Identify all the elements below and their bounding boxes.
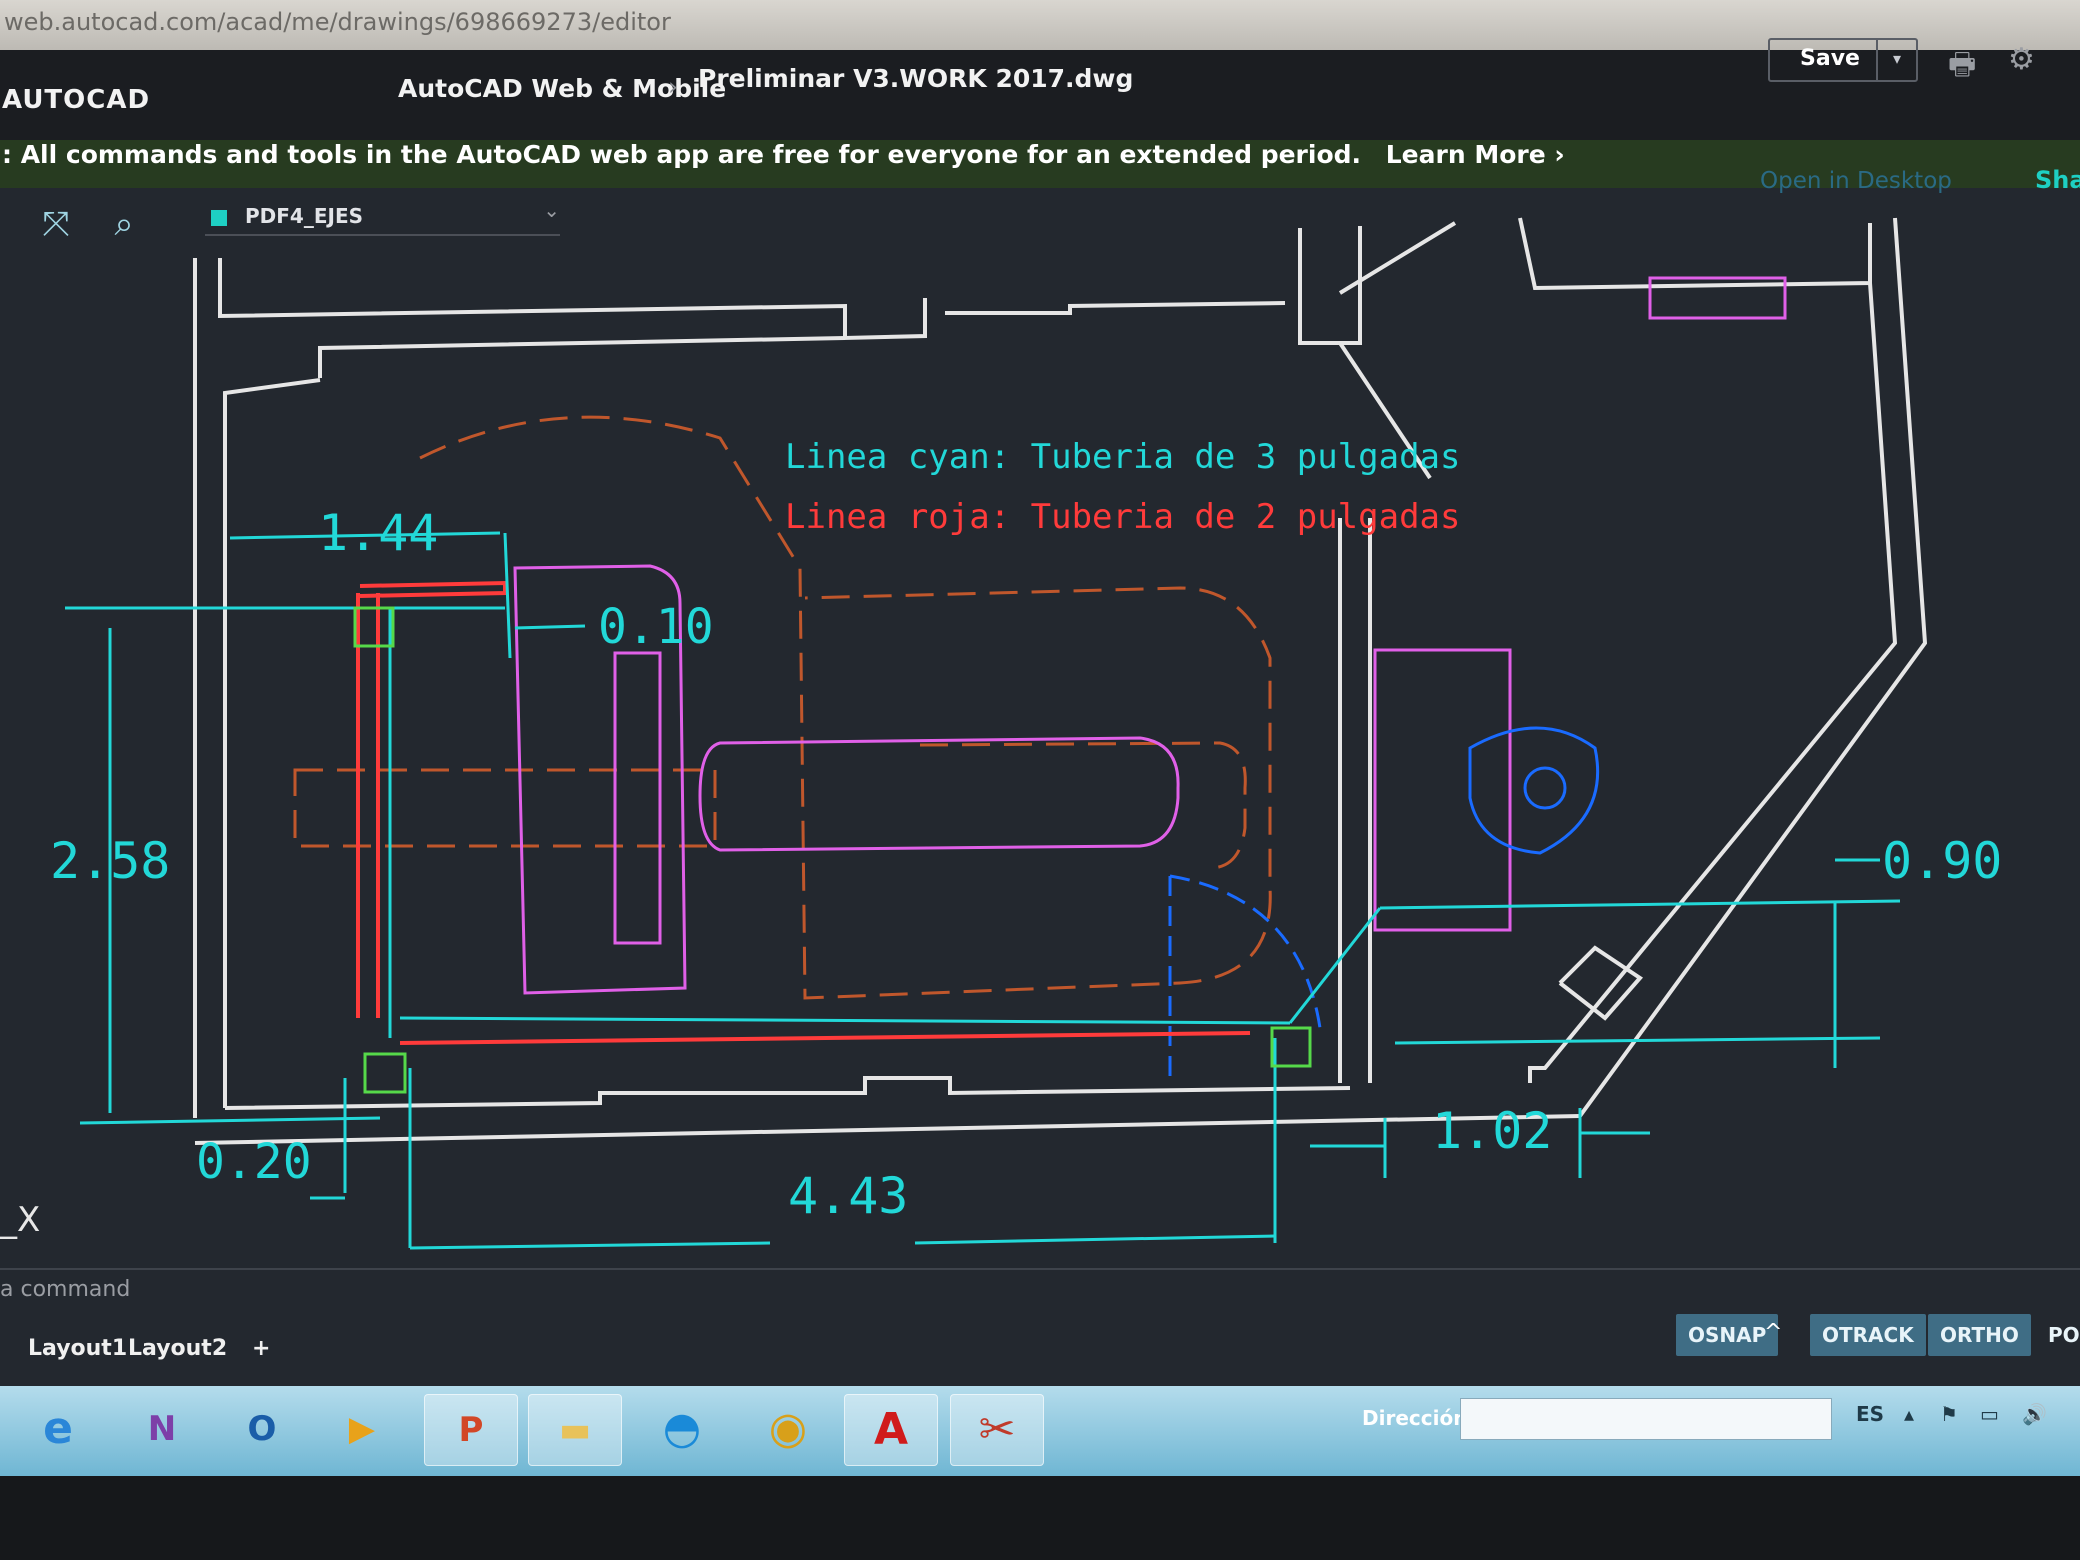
dim-0-10: 0.10 [598,599,714,655]
chrome-icon[interactable]: ◉ [742,1394,834,1464]
dim-2-58: 2.58 [50,832,170,890]
otrack-toggle[interactable]: OTRACK [1810,1314,1926,1356]
add-layout-button[interactable]: + [252,1336,270,1361]
snipping-tool-icon[interactable]: ✂ [950,1394,1044,1466]
url-text: web.autocad.com/acad/me/drawings/6986692… [4,8,671,36]
tab-layout1[interactable]: Layout1 [28,1336,127,1361]
ucs-axis-label: _X [0,1200,41,1240]
monitor-bezel [0,1476,2080,1560]
app-header: AUTOCAD AutoCAD Web & Mobile › Prelimina… [0,38,2080,140]
layer-color-swatch [211,210,227,226]
layer-dropdown[interactable]: PDF4_EJES ⌄ [205,198,560,236]
layer-name: PDF4_EJES [245,204,364,228]
select-icon[interactable]: ⤧ [32,200,80,248]
onenote-icon[interactable]: N [116,1394,208,1464]
edge-icon[interactable]: ◓ [636,1394,728,1464]
print-icon[interactable]: 🖶 [1948,42,1976,93]
dim-1-44: 1.44 [318,504,438,562]
banner-text: : All commands and tools in the AutoCAD … [2,140,1362,169]
zoom-window-icon[interactable]: ⌕ [100,200,148,248]
network-icon[interactable]: ▭ [1980,1402,1999,1426]
chevron-down-icon: ⌄ [543,198,560,222]
walls [193,217,1928,1145]
file-explorer-icon[interactable]: ▬ [528,1394,622,1466]
autocad-icon[interactable]: A [844,1394,938,1466]
breadcrumb-separator: › [668,72,678,101]
osnap-menu-icon[interactable]: ^ [1764,1320,1782,1345]
osnap-toggle[interactable]: OSNAP [1676,1314,1779,1356]
blue-door-chair [1168,726,1600,1078]
tab-layout2[interactable]: Layout2 [128,1336,227,1361]
open-in-desktop-button[interactable]: Open in Desktop [1760,168,1952,194]
volume-icon[interactable]: 🔊 [2022,1402,2047,1426]
ortho-toggle[interactable]: ORTHO [1928,1314,2031,1356]
polar-toggle[interactable]: POL [2036,1314,2080,1356]
dim-0-90: 0.90 [1882,832,2002,890]
save-button[interactable]: Save ▾ [1768,38,1918,82]
tray-chevron-up-icon[interactable]: ▴ [1904,1402,1914,1426]
note-cyan: Linea cyan: Tuberia de 3 pulgadas [785,437,1461,477]
dim-0-20: 0.20 [196,1134,312,1190]
save-dropdown-icon[interactable]: ▾ [1876,40,1916,80]
command-line[interactable]: a command [0,1268,2080,1314]
windows-taskbar: e N O ▶ P ▬ ◓ ◉ A ✂ Dirección ES ▴ ⚑ ▭ 🔊 [0,1386,2080,1476]
status-bar: Layout1 Layout2 + OSNAP ^ OTRACK ORTHO P… [0,1314,2080,1386]
gear-icon[interactable]: ⚙ [2008,42,2035,77]
address-label: Dirección [1362,1406,1468,1430]
dim-4-43: 4.43 [788,1167,908,1225]
command-placeholder: a command [0,1277,131,1302]
outlook-icon[interactable]: O [216,1394,308,1464]
brand-logo: AUTOCAD [2,85,151,115]
address-input[interactable] [1460,1398,1832,1440]
share-button[interactable]: Shar [2035,166,2080,194]
language-indicator[interactable]: ES [1856,1402,1884,1426]
learn-more-link[interactable]: Learn More › [1386,140,1565,169]
breadcrumb-file: Preliminar V3.WORK 2017.dwg [698,64,1134,93]
flag-icon[interactable]: ⚑ [1940,1402,1958,1426]
drawing-canvas[interactable]: Linea cyan: Tuberia de 3 pulgadas Linea … [0,166,2080,1268]
cad-drawing: Linea cyan: Tuberia de 3 pulgadas Linea … [50,217,2002,1250]
note-red: Linea roja: Tuberia de 2 pulgadas [785,497,1461,537]
save-label: Save [1800,46,1860,71]
dim-1-02: 1.02 [1432,1102,1552,1160]
media-player-icon[interactable]: ▶ [316,1394,408,1464]
internet-explorer-icon[interactable]: e [12,1394,104,1464]
powerpoint-icon[interactable]: P [424,1394,518,1466]
